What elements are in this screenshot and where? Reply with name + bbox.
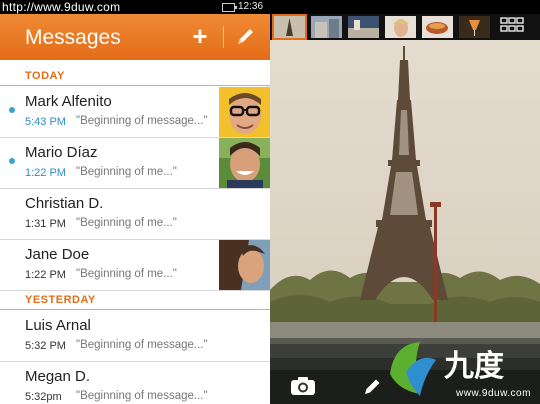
avatar [219,138,270,188]
message-row[interactable]: Mario Díaz 1:22 PM "Beginning of me..." [0,138,270,189]
contact-name: Jane Doe [25,246,90,263]
status-url: http://www.9duw.com [2,0,121,14]
message-time: 5:32 PM [25,340,66,352]
message-time: 1:31 PM [25,218,66,230]
svg-text:九度: 九度 [444,350,504,383]
plus-icon: + [192,21,208,51]
messages-header: Messages + [0,14,270,60]
thumbnail-food[interactable] [422,16,453,38]
thumbnail-street[interactable] [348,16,379,38]
messages-app: Messages + TODAY Mark Alfenito 5:43 PM "… [0,0,270,404]
contact-name: Luis Arnal [25,317,91,334]
message-row[interactable]: Luis Arnal 5:32 PM "Beginning of message… [0,311,270,362]
grid-icon[interactable] [500,17,524,37]
message-row[interactable]: Christian D. 1:31 PM "Beginning of me...… [0,189,270,240]
section-divider [0,309,270,310]
message-preview: "Beginning of me..." [76,268,177,280]
section-label: TODAY [25,70,65,82]
message-preview: "Beginning of message..." [76,390,208,402]
thumbnail-eiffel-tower[interactable] [272,14,307,40]
camera-icon[interactable] [290,376,316,396]
message-time: 1:22 PM [25,269,66,281]
thumbnail-drink[interactable] [459,16,490,38]
thumbnail-building[interactable] [311,16,342,38]
message-row[interactable]: Jane Doe 1:22 PM "Beginning of me..." [0,240,270,291]
message-preview: "Beginning of me..." [76,166,177,178]
watermark-url: www.9duw.com [456,388,531,399]
contact-name: Megan D. [25,368,91,385]
contact-name: Christian D. [25,195,104,212]
avatar [219,240,270,290]
page-title: Messages [25,26,121,49]
unread-indicator [9,158,15,164]
pencil-icon [238,29,253,44]
status-time: 12:36 [238,1,264,12]
avatar [219,87,270,137]
section-divider [0,85,270,86]
message-row[interactable]: Mark Alfenito 5:43 PM "Beginning of mess… [0,87,270,138]
section-today: TODAY [0,68,270,86]
unread-indicator [9,107,15,113]
message-preview: "Beginning of message..." [76,339,208,351]
header-divider [223,26,224,48]
battery-icon [222,3,237,12]
section-yesterday: YESTERDAY [0,292,270,310]
add-message-button[interactable]: + [186,20,214,52]
gallery-app: 九度 www.9duw.com [270,14,540,404]
contact-name: Mario Díaz [25,144,98,161]
thumbnail-strip [270,14,540,40]
section-label: YESTERDAY [25,294,96,306]
edit-button[interactable] [232,24,258,50]
message-time: 5:43 PM [25,116,66,128]
thumbnail-portrait[interactable] [385,16,416,38]
contact-name: Mark Alfenito [25,93,112,110]
message-preview: "Beginning of message..." [76,115,208,127]
status-bar: http://www.9duw.com 12:36 [0,0,540,14]
message-time: 5:32pm [25,391,62,403]
message-time: 1:22 PM [25,167,66,179]
message-row[interactable]: Megan D. 5:32pm "Beginning of message...… [0,362,270,404]
message-preview: "Beginning of me..." [76,217,177,229]
